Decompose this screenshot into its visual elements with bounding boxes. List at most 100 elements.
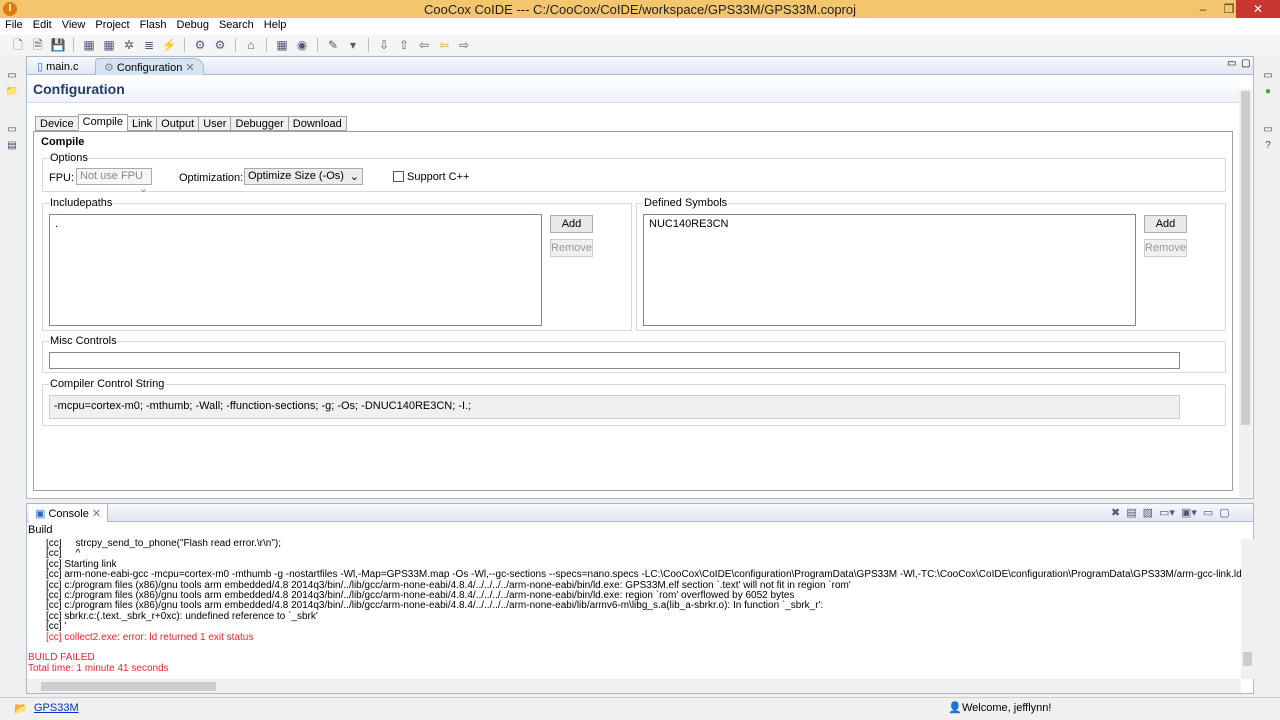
debug-gear-icon[interactable]: ⚙ bbox=[212, 37, 228, 53]
prev-annotation-icon[interactable]: ⇧ bbox=[396, 37, 412, 53]
tab-download[interactable]: Download bbox=[287, 116, 347, 131]
remove-includepath-button[interactable]: Remove bbox=[550, 239, 593, 257]
list-item[interactable]: NUC140RE3CN bbox=[649, 218, 1130, 230]
tab-debugger[interactable]: Debugger bbox=[230, 116, 289, 131]
tab-user[interactable]: User bbox=[198, 116, 232, 131]
clean-icon[interactable]: ✲ bbox=[121, 37, 137, 53]
menu-project[interactable]: Project bbox=[90, 18, 134, 35]
group-label: Includepaths bbox=[49, 197, 114, 209]
remove-symbol-button[interactable]: Remove bbox=[1144, 239, 1187, 257]
flash-icon[interactable]: ⚡ bbox=[161, 37, 177, 53]
forward-icon[interactable]: ⇨ bbox=[456, 37, 472, 53]
misc-controls-group: Misc Controls bbox=[42, 335, 1226, 373]
next-annotation-icon[interactable]: ⇩ bbox=[376, 37, 392, 53]
menu-edit[interactable]: Edit bbox=[28, 18, 57, 35]
group-label: Misc Controls bbox=[49, 335, 118, 347]
tool-icon[interactable]: ✎ bbox=[325, 37, 341, 53]
tab-console[interactable]: ▣ Console ✕ bbox=[29, 504, 109, 522]
user-icon: 👤 bbox=[948, 702, 962, 714]
optimization-select[interactable]: Optimize Size (-Os) ⌄ bbox=[244, 168, 363, 185]
grid-icon[interactable]: ▦ bbox=[274, 37, 290, 53]
minimize-view-icon[interactable]: ▭ bbox=[1203, 506, 1213, 519]
home-icon[interactable]: ⌂ bbox=[243, 37, 259, 53]
group-label: Compiler Control String bbox=[49, 378, 166, 390]
back-icon[interactable]: ⇦ bbox=[436, 37, 452, 53]
welcome-text: Welcome, jefflynn! bbox=[962, 702, 1052, 714]
restore-icon[interactable]: ▭ bbox=[1261, 70, 1275, 82]
menu-search[interactable]: Search bbox=[214, 18, 259, 35]
list-item[interactable]: . bbox=[55, 218, 536, 230]
close-tab-icon[interactable]: ✕ bbox=[185, 62, 194, 74]
restore-icon[interactable]: ▭ bbox=[5, 124, 19, 136]
console-view: ▣ Console ✕ ✖ ▤ ▧ ▭▾ ▣▾ ▭ ▢ Build [cc] s… bbox=[26, 503, 1254, 694]
close-tab-icon[interactable]: ✕ bbox=[92, 508, 101, 520]
chevron-down-icon[interactable]: ▾ bbox=[345, 37, 361, 53]
tab-configuration[interactable]: ⚙ Configuration ✕ bbox=[95, 58, 204, 75]
components-icon[interactable]: ◉ bbox=[294, 37, 310, 53]
editor-scrollbar[interactable] bbox=[1239, 89, 1252, 497]
maximize-view-icon[interactable]: ▢ bbox=[1219, 506, 1229, 519]
options-group: Options FPU: Not use FPU ⌄ Optimization: … bbox=[42, 152, 1226, 195]
menu-file[interactable]: File bbox=[0, 18, 28, 35]
add-symbol-button[interactable]: Add bbox=[1144, 215, 1187, 233]
display-console-icon[interactable]: ▭▾ bbox=[1159, 506, 1175, 519]
close-button[interactable]: ✕ bbox=[1236, 0, 1280, 18]
separator bbox=[235, 38, 236, 52]
scroll-lock-icon[interactable]: ▤ bbox=[1126, 506, 1136, 519]
maximize-view-icon[interactable]: ▢ bbox=[1241, 58, 1250, 69]
minimize-button[interactable]: – bbox=[1190, 0, 1216, 18]
menu-debug[interactable]: Debug bbox=[172, 18, 214, 35]
last-edit-icon[interactable]: ⇦ bbox=[416, 37, 432, 53]
scrollbar-thumb[interactable] bbox=[41, 682, 216, 691]
defined-symbols-list[interactable]: NUC140RE3CN bbox=[643, 214, 1136, 326]
console-header: ▣ Console ✕ ✖ ▤ ▧ ▭▾ ▣▾ ▭ ▢ bbox=[27, 504, 1253, 522]
scrollbar-thumb[interactable] bbox=[1241, 91, 1250, 425]
tab-label: Configuration bbox=[116, 62, 183, 74]
includepaths-group: Includepaths . Add Remove bbox=[42, 197, 632, 331]
menu-help[interactable]: Help bbox=[259, 18, 292, 35]
download-icon[interactable]: ≣ bbox=[141, 37, 157, 53]
total-time-text: Total time: 1 minute 41 seconds bbox=[28, 662, 169, 674]
new-icon[interactable]: 🗋 bbox=[10, 37, 26, 53]
misc-controls-input[interactable] bbox=[49, 352, 1180, 369]
tab-main-c[interactable]: ▯ main.c bbox=[29, 58, 87, 75]
rebuild-icon[interactable]: ▦ bbox=[101, 37, 117, 53]
console-hscroll[interactable] bbox=[27, 679, 1241, 693]
open-icon[interactable]: 🗎 bbox=[30, 37, 46, 53]
help-icon[interactable]: ? bbox=[1261, 140, 1275, 152]
pin-console-icon[interactable]: ▧ bbox=[1143, 506, 1153, 519]
open-console-icon[interactable]: ▣▾ bbox=[1181, 506, 1197, 519]
save-icon[interactable]: 💾 bbox=[50, 37, 66, 53]
restore-icon[interactable]: ▭ bbox=[1261, 124, 1275, 136]
outline-icon[interactable]: ▤ bbox=[5, 140, 19, 152]
console-vscroll[interactable] bbox=[1241, 539, 1254, 679]
tab-compile[interactable]: Compile bbox=[77, 114, 128, 131]
project-link[interactable]: GPS33M bbox=[34, 702, 79, 714]
compiler-control-string: -mcpu=cortex-m0; -mthumb; -Wall; -ffunct… bbox=[49, 395, 1180, 419]
tab-link[interactable]: Link bbox=[126, 116, 158, 131]
support-cpp-checkbox[interactable] bbox=[393, 171, 404, 182]
group-label: Defined Symbols bbox=[643, 197, 729, 209]
clear-console-icon[interactable]: ✖ bbox=[1111, 506, 1120, 519]
status-dot-icon[interactable]: ● bbox=[1261, 86, 1275, 98]
minimize-view-icon[interactable]: ▭ bbox=[1227, 58, 1236, 69]
build-icon[interactable]: ▦ bbox=[81, 37, 97, 53]
window-title: CooCox CoIDE --- C:/CooCox/CoIDE/workspa… bbox=[423, 2, 857, 17]
add-includepath-button[interactable]: Add bbox=[550, 215, 593, 233]
menu-flash[interactable]: Flash bbox=[135, 18, 172, 35]
gear-icon[interactable]: ⚙ bbox=[192, 37, 208, 53]
restore-icon[interactable]: ▭ bbox=[5, 70, 19, 82]
tab-device[interactable]: Device bbox=[35, 116, 79, 131]
includepaths-list[interactable]: . bbox=[49, 214, 542, 326]
config-header: Configuration bbox=[27, 77, 1239, 103]
console-output[interactable]: [cc] strcpy_send_to_phone("Flash read er… bbox=[27, 539, 1241, 679]
console-line: [cc] ^ bbox=[46, 548, 81, 560]
tab-output[interactable]: Output bbox=[156, 116, 200, 131]
scrollbar-thumb[interactable] bbox=[1243, 652, 1252, 666]
menu-view[interactable]: View bbox=[57, 18, 91, 35]
project-explorer-icon[interactable]: 📁 bbox=[5, 86, 19, 98]
fpu-select[interactable]: Not use FPU ⌄ bbox=[76, 168, 152, 195]
left-trim: ▭ 📁 ▭ ▤ bbox=[0, 56, 24, 696]
group-label: Options bbox=[49, 152, 89, 164]
